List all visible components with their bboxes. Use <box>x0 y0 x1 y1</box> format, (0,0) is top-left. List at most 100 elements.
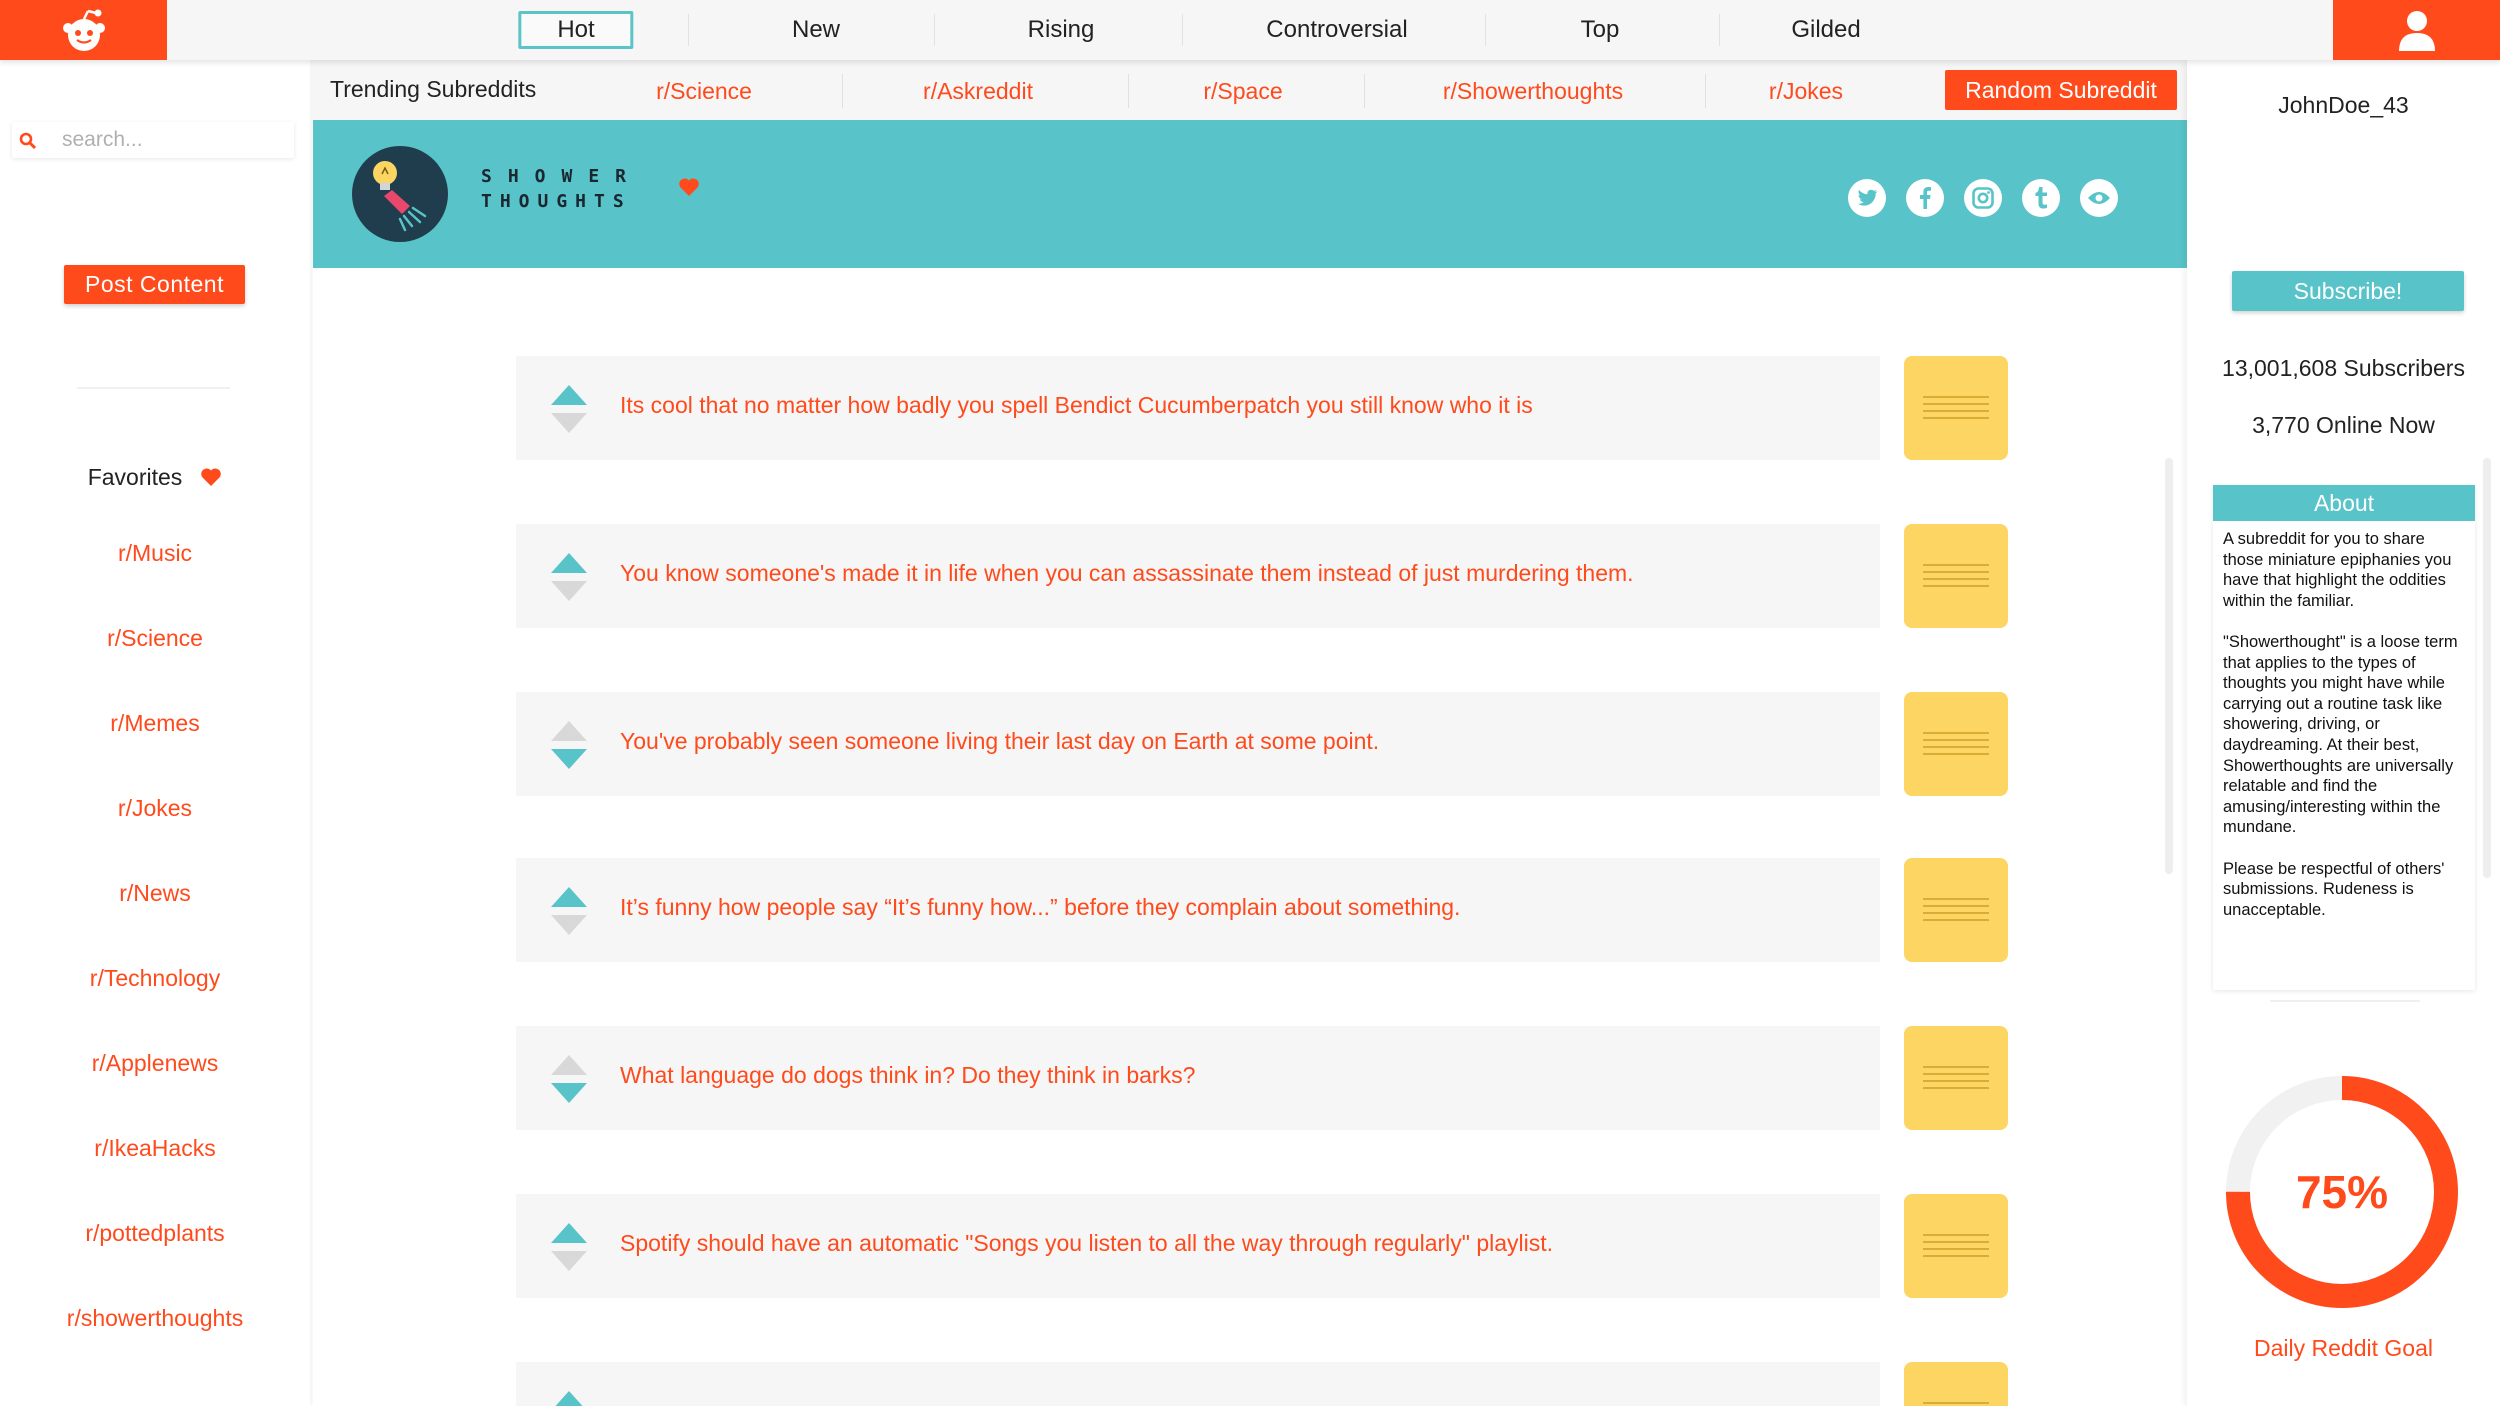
post-thumbnail[interactable] <box>1904 1026 2008 1130</box>
tab-rising[interactable]: Rising <box>1028 10 1095 50</box>
upvote-arrow-icon[interactable] <box>551 887 587 907</box>
post-title[interactable]: Its cool that no matter how badly you sp… <box>620 392 1533 419</box>
subscriber-count: 13,001,608 Subscribers <box>2222 355 2465 381</box>
left-sidebar: Post Content Favorites r/Music r/Science… <box>0 60 310 1406</box>
user-icon <box>2398 11 2435 51</box>
favorite-link-news[interactable]: r/News <box>0 880 310 907</box>
post-thumbnail[interactable] <box>1904 858 2008 962</box>
tab-separator <box>688 14 689 46</box>
post-thumbnail[interactable] <box>1904 1194 2008 1298</box>
trending-link-showerthoughts[interactable]: r/Showerthoughts <box>1443 78 1623 105</box>
about-scrollbar[interactable] <box>2483 458 2491 878</box>
about-text: A subreddit for you to share those minia… <box>2213 521 2475 920</box>
user-profile-button[interactable] <box>2333 0 2500 60</box>
username[interactable]: JohnDoe_43 <box>2187 92 2500 119</box>
post-title[interactable]: It’s funny how people say “It’s funny ho… <box>620 894 1460 921</box>
favorite-link-technology[interactable]: r/Technology <box>0 965 310 992</box>
text-lines-icon <box>1923 564 1989 592</box>
about-panel: About A subreddit for you to share those… <box>2213 485 2475 990</box>
post-row[interactable]: Its cool that no matter how badly you sp… <box>516 356 1880 460</box>
downvote-arrow-icon[interactable] <box>551 1251 587 1271</box>
post-row[interactable]: Spotify should have an automatic "Songs … <box>516 1194 1880 1298</box>
subreddit-name: SHOWER THOUGHTS <box>481 164 642 214</box>
tab-top[interactable]: Top <box>1581 10 1620 50</box>
about-paragraph: "Showerthought" is a loose term that app… <box>2223 632 2458 837</box>
downvote-arrow-icon[interactable] <box>551 749 587 769</box>
trending-separator <box>1364 74 1365 108</box>
tab-separator <box>934 14 935 46</box>
vote-control <box>550 551 588 603</box>
text-lines-icon <box>1923 1066 1989 1094</box>
downvote-arrow-icon[interactable] <box>551 581 587 601</box>
upvote-arrow-icon[interactable] <box>551 1391 587 1406</box>
instagram-button[interactable] <box>1964 179 2002 217</box>
favorite-link-ikeahacks[interactable]: r/IkeaHacks <box>0 1135 310 1162</box>
upvote-arrow-icon[interactable] <box>551 721 587 741</box>
trending-link-askreddit[interactable]: r/Askreddit <box>923 78 1033 105</box>
post-thumbnail[interactable] <box>1904 692 2008 796</box>
vote-control <box>550 1221 588 1273</box>
upvote-arrow-icon[interactable] <box>551 1223 587 1243</box>
post-thumbnail[interactable] <box>1904 524 2008 628</box>
upvote-arrow-icon[interactable] <box>551 1055 587 1075</box>
upvote-arrow-icon[interactable] <box>551 385 587 405</box>
upvote-arrow-icon[interactable] <box>551 553 587 573</box>
watch-button[interactable] <box>2080 179 2118 217</box>
trending-separator <box>842 74 843 108</box>
search-input[interactable] <box>62 126 282 154</box>
twitter-button[interactable] <box>1848 179 1886 217</box>
post-row[interactable]: You know someone's made it in life when … <box>516 524 1880 628</box>
post-row[interactable]: What language do dogs think in? Do they … <box>516 1026 1880 1130</box>
post-title[interactable]: You know someone's made it in life when … <box>620 560 1634 587</box>
reddit-alien-icon <box>62 9 105 51</box>
search-icon <box>19 132 37 150</box>
tumblr-button[interactable] <box>2022 179 2060 217</box>
trending-link-jokes[interactable]: r/Jokes <box>1769 78 1843 105</box>
favorite-link-showerthoughts[interactable]: r/showerthoughts <box>0 1305 310 1332</box>
post-content-button[interactable]: Post Content <box>64 265 245 304</box>
facebook-button[interactable] <box>1906 179 1944 217</box>
right-sidebar: JohnDoe_43 Subscribe! 13,001,608 Subscri… <box>2187 60 2500 1406</box>
post-title[interactable]: You've probably seen someone living thei… <box>620 728 1379 755</box>
post-thumbnail[interactable] <box>1904 356 2008 460</box>
random-subreddit-button[interactable]: Random Subreddit <box>1945 70 2177 110</box>
favorite-link-jokes[interactable]: r/Jokes <box>0 795 310 822</box>
favorites-title: Favorites <box>87 464 183 490</box>
about-paragraph: A subreddit for you to share those minia… <box>2223 530 2452 610</box>
tab-new[interactable]: New <box>792 10 840 50</box>
tab-hot[interactable]: Hot <box>518 11 634 49</box>
post-title[interactable]: What language do dogs think in? Do they … <box>620 1062 1195 1089</box>
tab-gilded[interactable]: Gilded <box>1791 10 1860 50</box>
trending-separator <box>1705 74 1706 108</box>
favorite-link-applenews[interactable]: r/Applenews <box>0 1050 310 1077</box>
trending-title: Trending Subreddits <box>330 76 537 102</box>
favorite-link-music[interactable]: r/Music <box>0 540 310 567</box>
favorite-link-memes[interactable]: r/Memes <box>0 710 310 737</box>
vote-control <box>550 885 588 937</box>
favorites-heading: Favorites <box>0 464 310 493</box>
tab-controversial[interactable]: Controversial <box>1266 10 1407 50</box>
feed-scrollbar[interactable] <box>2165 458 2173 874</box>
favorite-heart-button[interactable] <box>678 177 700 202</box>
post-title[interactable]: Spotify should have an automatic "Songs … <box>620 1230 1553 1257</box>
search-box <box>12 122 294 158</box>
tab-separator <box>1485 14 1486 46</box>
subreddit-name-line-1: SHOWER <box>481 166 643 187</box>
heart-icon <box>679 178 699 196</box>
goal-percent: 75% <box>2295 1166 2389 1218</box>
favorite-link-science[interactable]: r/Science <box>0 625 310 652</box>
reddit-logo-button[interactable] <box>0 0 167 60</box>
subscribe-button[interactable]: Subscribe! <box>2232 271 2464 311</box>
trending-link-science[interactable]: r/Science <box>656 78 752 105</box>
post-row[interactable]: It’s funny how people say “It’s funny ho… <box>516 858 1880 962</box>
favorite-link-pottedplants[interactable]: r/pottedplants <box>0 1220 310 1247</box>
tumblr-icon <box>2035 187 2047 209</box>
about-title: About <box>2213 485 2475 521</box>
trending-link-space[interactable]: r/Space <box>1203 78 1282 105</box>
downvote-arrow-icon[interactable] <box>551 915 587 935</box>
post-row[interactable]: You've probably seen someone living thei… <box>516 692 1880 796</box>
post-row[interactable] <box>516 1362 1880 1406</box>
downvote-arrow-icon[interactable] <box>551 1083 587 1103</box>
downvote-arrow-icon[interactable] <box>551 413 587 433</box>
post-thumbnail[interactable] <box>1904 1362 2008 1406</box>
